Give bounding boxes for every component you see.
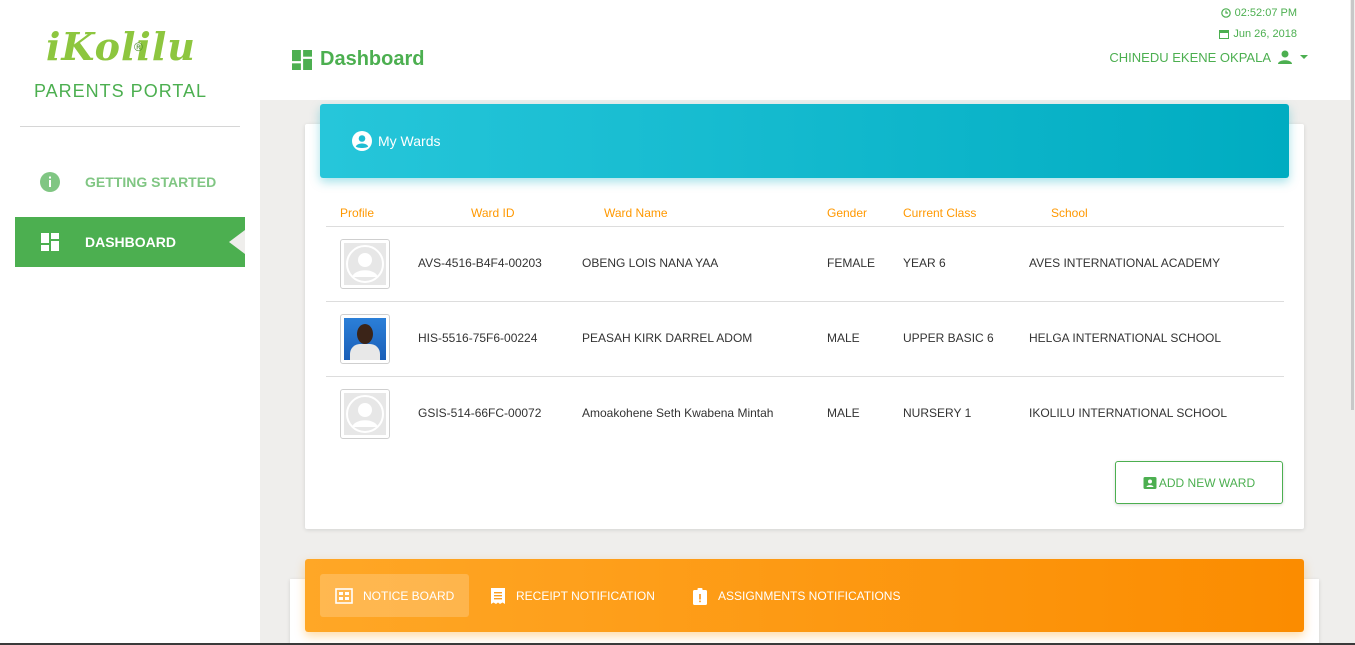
sidebar-divider: [20, 126, 240, 127]
column-header-school: School: [1051, 206, 1088, 220]
portal-name: PARENTS PORTAL: [34, 81, 208, 101]
ikolilu-logo[interactable]: iKolilu ® PARENTS PORTAL: [30, 18, 230, 108]
table-divider: [326, 301, 1284, 302]
sidebar-item-dashboard[interactable]: DASHBOARD: [15, 217, 245, 267]
contact-card-icon: [1143, 476, 1157, 489]
current-time: 02:52:07 PM: [1234, 7, 1297, 19]
logo-wordmark: iKolilu: [46, 24, 196, 69]
registered-mark: ®: [134, 40, 143, 54]
calendar-icon: [1219, 30, 1230, 39]
tab-label: RECEIPT NOTIFICATION: [516, 588, 655, 603]
ward-id: HIS-5516-75F6-00224: [418, 331, 538, 345]
chevron-down-icon: [1300, 55, 1308, 59]
ward-gender: FEMALE: [827, 256, 876, 270]
ward-id: AVS-4516-B4F4-00203: [418, 256, 542, 270]
table-divider: [326, 376, 1284, 377]
sidebar-item-label: DASHBOARD: [85, 234, 176, 250]
ward-name: Amoakohene Seth Kwabena Mintah: [582, 406, 774, 420]
ward-name: PEASAH KIRK DARREL ADOM: [582, 331, 753, 345]
ward-school: IKOLILU INTERNATIONAL SCHOOL: [1029, 406, 1228, 420]
receipt-icon: [491, 587, 505, 604]
page-title: Dashboard: [292, 48, 424, 71]
scrollbar-thumb[interactable]: [1351, 0, 1354, 410]
ward-name: OBENG LOIS NANA YAA: [582, 256, 719, 270]
active-indicator: [229, 230, 245, 254]
column-header-ward-name: Ward Name: [604, 206, 668, 220]
top-header: Dashboard 02:52:07 PM Jun 26, 2018 CHINE…: [260, 0, 1355, 100]
page-title-text: Dashboard: [320, 48, 425, 70]
account-circle-icon: [352, 131, 372, 151]
column-header-current-class: Current Class: [903, 206, 977, 220]
ward-gender: MALE: [827, 331, 860, 345]
date: Jun 26, 2018: [1219, 28, 1297, 40]
ward-avatar[interactable]: [340, 239, 390, 289]
column-header-gender: Gender: [827, 206, 868, 220]
tab-assignments-notifications[interactable]: ASSIGNMENTS NOTIFICATIONS: [677, 574, 915, 617]
ward-school: HELGA INTERNATIONAL SCHOOL: [1029, 331, 1222, 345]
sidebar-item-label: GETTING STARTED: [85, 174, 217, 190]
add-new-ward-label: ADD NEW WARD: [1158, 475, 1256, 490]
clock-icon: [1220, 8, 1231, 18]
scrollbar[interactable]: [1350, 0, 1355, 645]
tab-receipt-notification[interactable]: RECEIPT NOTIFICATION: [475, 574, 670, 617]
info-icon: [15, 172, 85, 192]
tab-label: ASSIGNMENTS NOTIFICATIONS: [718, 588, 901, 603]
ward-gender: MALE: [827, 406, 860, 420]
sidebar-item-getting-started[interactable]: GETTING STARTED: [15, 157, 245, 207]
column-header-ward-id: Ward ID: [471, 206, 515, 220]
ward-school: AVES INTERNATIONAL ACADEMY: [1029, 256, 1221, 270]
assignment-icon: [693, 587, 707, 605]
ward-id: GSIS-514-66FC-00072: [418, 406, 542, 420]
person-placeholder-icon: [346, 245, 384, 283]
dashboard-icon: [15, 233, 85, 251]
user-name: CHINEDU EKENE OKPALA: [1109, 49, 1271, 65]
ward-class: UPPER BASIC 6: [903, 331, 994, 345]
add-new-ward-button[interactable]: ADD NEW WARD: [1115, 461, 1283, 504]
ward-class: NURSERY 1: [903, 406, 972, 420]
clock: 02:52:07 PM: [1220, 7, 1297, 19]
notifications-tabs: NOTICE BOARD RECEIPT NOTIFICATION ASSIGN…: [305, 559, 1304, 632]
column-header-profile: Profile: [340, 206, 375, 220]
wards-card-header: My Wards: [320, 104, 1289, 178]
user-icon: [1278, 50, 1292, 64]
table-divider: [326, 226, 1284, 227]
notice-board-icon: [335, 587, 353, 604]
tab-notice-board[interactable]: NOTICE BOARD: [320, 574, 470, 617]
person-placeholder-icon: [346, 395, 384, 433]
tab-label: NOTICE BOARD: [363, 588, 455, 603]
sidebar: iKolilu ® PARENTS PORTAL GETTING STARTED…: [0, 0, 260, 645]
user-menu[interactable]: CHINEDU EKENE OKPALA: [1109, 49, 1309, 65]
wards-card-title: My Wards: [378, 133, 441, 149]
ward-avatar[interactable]: [340, 314, 390, 364]
dashboard-icon: [292, 49, 312, 70]
student-photo: [344, 318, 386, 360]
current-date: Jun 26, 2018: [1233, 28, 1297, 40]
ward-avatar[interactable]: [340, 389, 390, 439]
ward-class: YEAR 6: [903, 256, 946, 270]
